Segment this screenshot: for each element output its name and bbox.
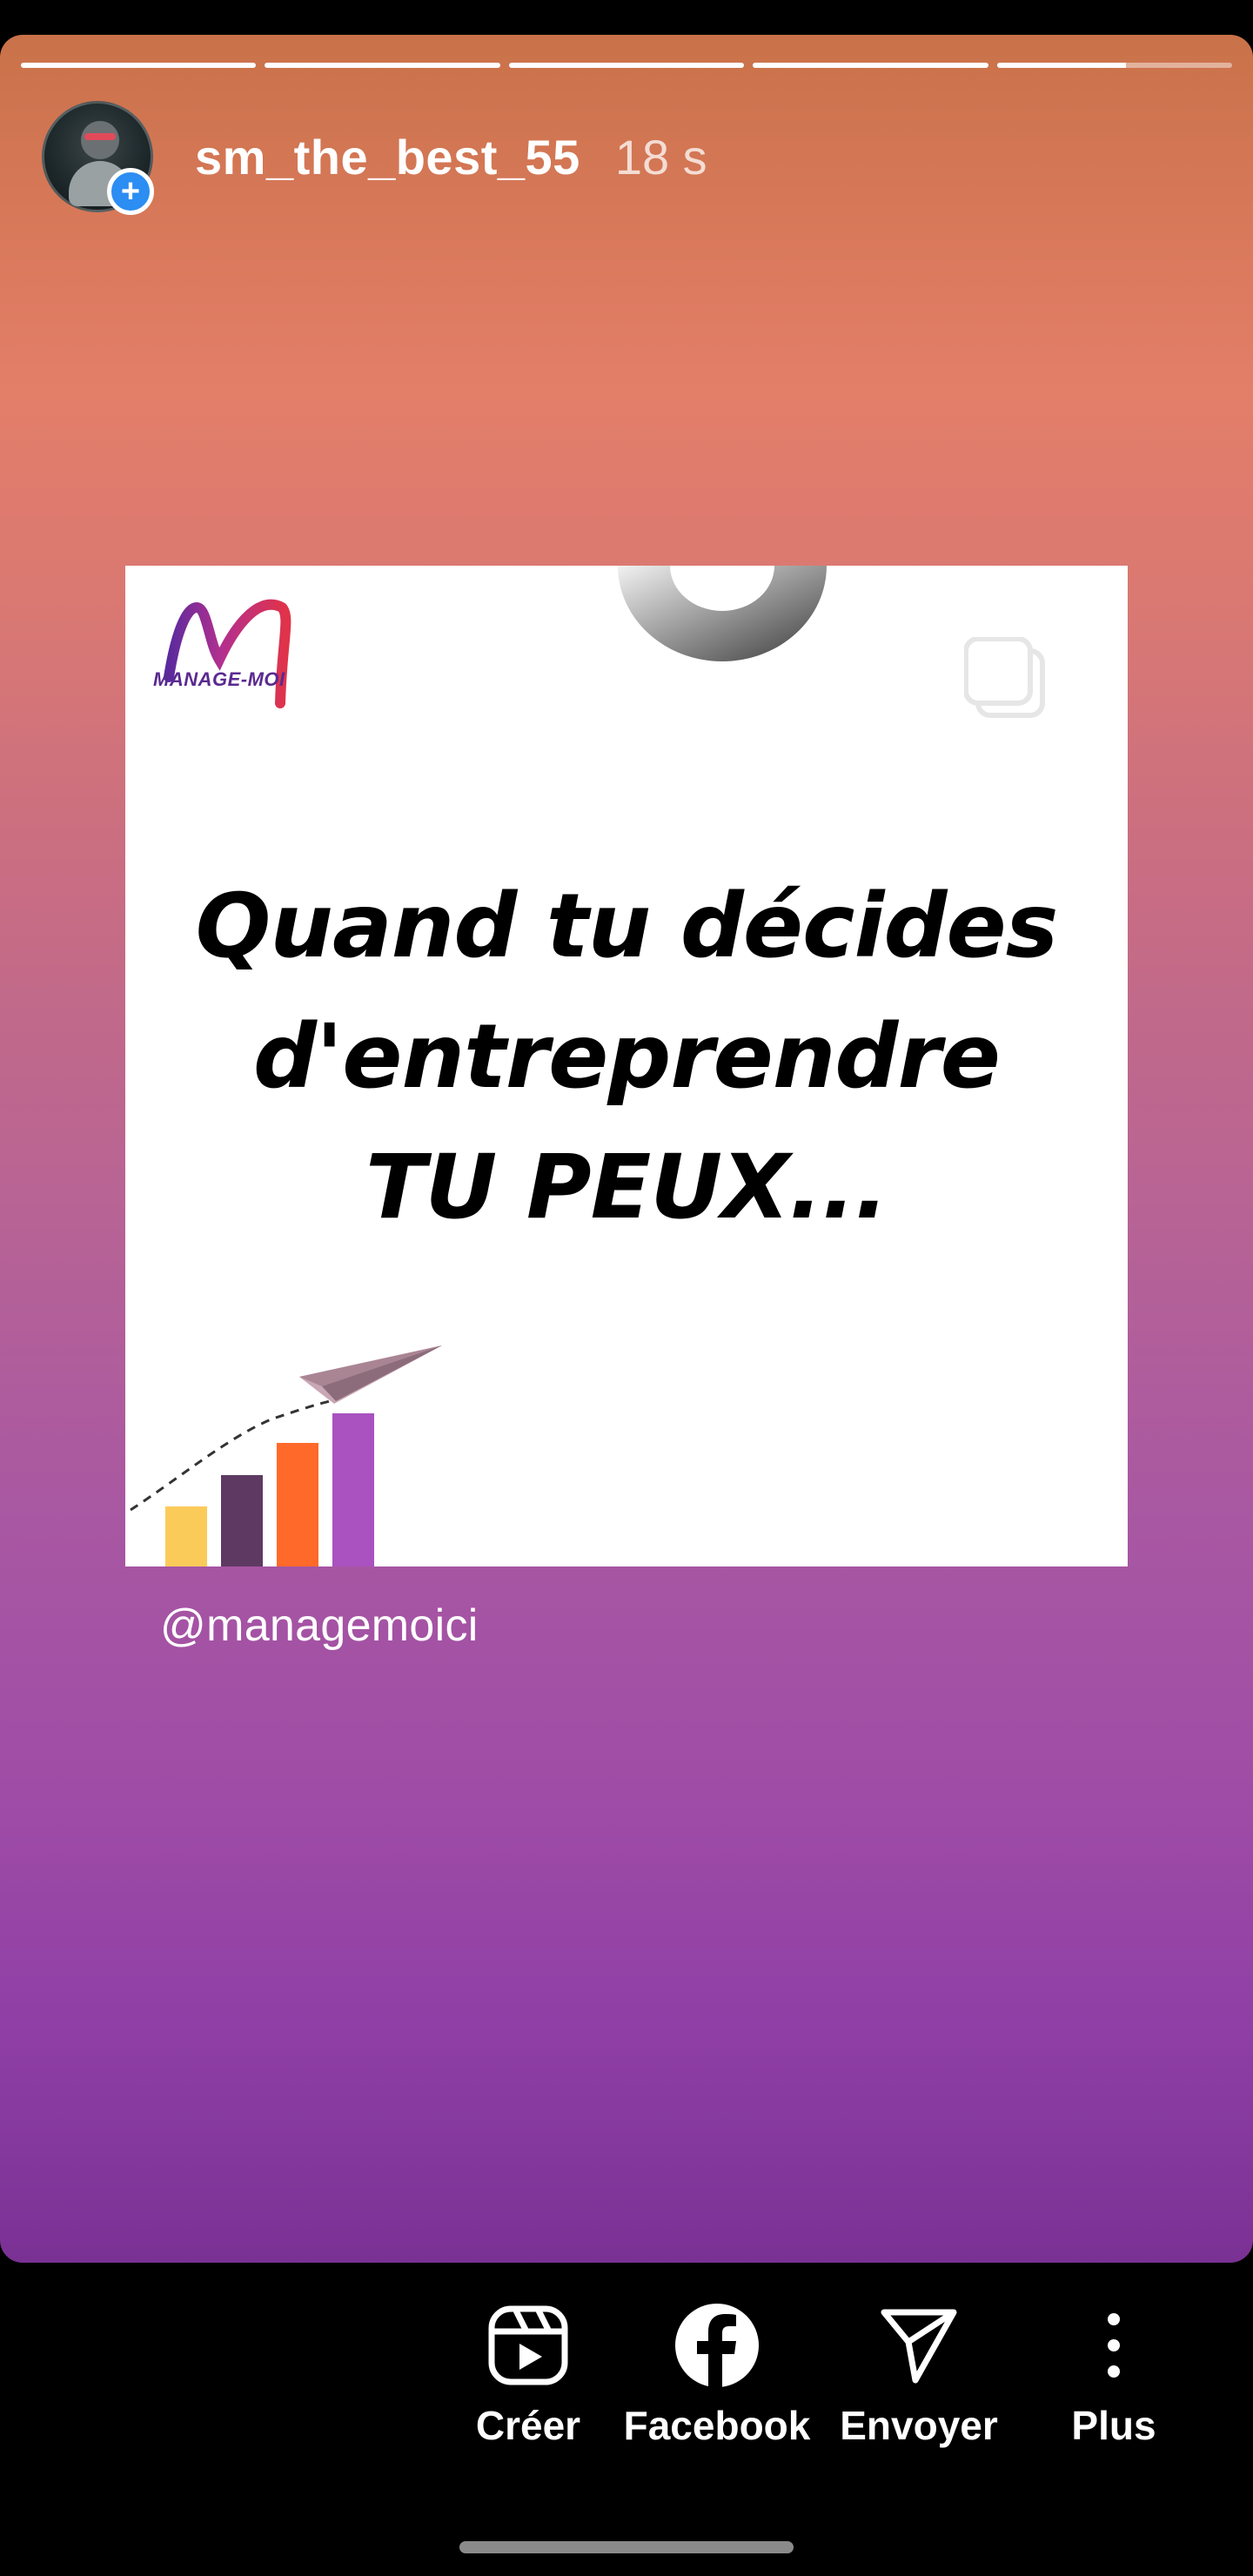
action-label: Facebook bbox=[623, 2403, 811, 2448]
headline-line: Quand tu décides bbox=[195, 875, 1059, 978]
progress-segment bbox=[508, 63, 745, 68]
username[interactable]: sm_the_best_55 bbox=[195, 129, 580, 185]
facebook-button[interactable]: Facebook bbox=[621, 2289, 813, 2449]
growth-chart-illustration bbox=[130, 1345, 442, 1566]
chart-bar bbox=[332, 1413, 374, 1566]
action-label: Envoyer bbox=[840, 2403, 998, 2448]
action-label: Plus bbox=[1071, 2403, 1156, 2448]
headline-line: d'entreprendre bbox=[253, 1005, 1001, 1109]
post-headline: Quand tu décides d'entreprendre TU PEUX.… bbox=[125, 862, 1128, 1253]
add-story-badge-icon[interactable]: + bbox=[107, 168, 154, 215]
chart-bar bbox=[221, 1475, 263, 1566]
decorative-ring bbox=[618, 566, 827, 661]
chart-bar bbox=[165, 1506, 207, 1566]
reels-icon bbox=[488, 2305, 568, 2385]
carousel-icon bbox=[964, 637, 1045, 718]
avatar[interactable]: + bbox=[42, 101, 154, 215]
timestamp: 18 s bbox=[614, 129, 707, 184]
more-button[interactable]: Plus bbox=[1018, 2289, 1209, 2449]
create-button[interactable]: Créer bbox=[432, 2289, 624, 2449]
manage-moi-logo bbox=[164, 599, 291, 708]
send-icon bbox=[881, 2309, 957, 2384]
progress-segment bbox=[753, 63, 988, 68]
mention-sticker[interactable]: @managemoici bbox=[160, 1600, 479, 1652]
home-indicator[interactable] bbox=[459, 2541, 794, 2553]
logo-text: MANAGE-MOI bbox=[153, 668, 285, 690]
action-label: Créer bbox=[475, 2403, 581, 2448]
progress-segment bbox=[21, 63, 257, 68]
progress-segment bbox=[265, 63, 500, 68]
shared-post-card[interactable]: MANAGE-MOI Quand tu décides d'entreprend… bbox=[125, 566, 1128, 1566]
more-vertical-icon bbox=[1108, 2313, 1120, 2378]
headline-line: TU PEUX... bbox=[365, 1136, 888, 1239]
facebook-icon bbox=[675, 2304, 759, 2389]
story-progress-bar bbox=[21, 63, 1233, 68]
send-button[interactable]: Envoyer bbox=[823, 2289, 1015, 2449]
chart-bar bbox=[277, 1443, 318, 1566]
story-header: + sm_the_best_55 18 s bbox=[42, 101, 707, 215]
progress-segment bbox=[996, 63, 1233, 68]
